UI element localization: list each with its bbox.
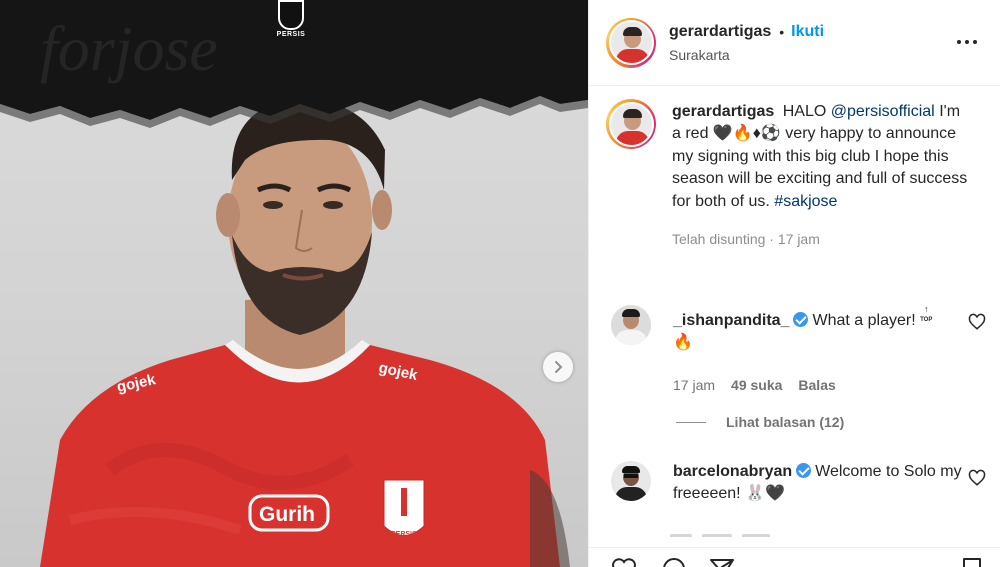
caption-lead: HALO — [782, 103, 827, 120]
like-comment-heart-icon[interactable] — [968, 469, 986, 487]
post-photo[interactable]: gojek gojek Gurih PERSIS forjose PERSIS — [0, 0, 588, 567]
edited-label: Telah disunting — [672, 231, 766, 248]
caption-meta: Telah disunting · 17 jam — [672, 228, 972, 250]
like-comment-heart-icon[interactable] — [968, 313, 986, 331]
comment-meta: 17 jam 49 suka Balas — [673, 374, 963, 396]
caption-time[interactable]: 17 jam — [778, 231, 820, 247]
save-bookmark-icon[interactable] — [961, 557, 983, 567]
header-separator: • — [779, 23, 785, 40]
follow-button[interactable]: Ikuti — [791, 23, 824, 41]
top-arrow-icon: ↑ TOP — [920, 304, 933, 324]
next-image-button[interactable] — [543, 352, 573, 382]
reply-button[interactable]: Balas — [798, 374, 835, 396]
comment-bubble-icon[interactable] — [661, 557, 687, 567]
post-header: gerardartigas • Ikuti Surakarta — [589, 0, 1000, 86]
more-options-icon[interactable] — [955, 30, 979, 54]
commenter-username[interactable]: _ishanpandita_ — [673, 312, 789, 329]
commenter-avatar[interactable] — [611, 461, 651, 501]
comment-time[interactable]: 17 jam — [673, 374, 715, 396]
post-side-panel: gerardartigas • Ikuti Surakarta gerardar… — [588, 0, 1000, 567]
share-paper-plane-icon[interactable] — [709, 557, 735, 567]
caption-hashtag-link[interactable]: #sakjose — [774, 193, 837, 210]
view-replies-button[interactable]: Lihat balasan (12) — [676, 414, 844, 430]
view-replies-label: Lihat balasan (12) — [726, 414, 845, 430]
instagram-post: gojek gojek Gurih PERSIS forjose PERSIS … — [0, 0, 1000, 567]
post-action-bar — [589, 547, 1000, 567]
author-username[interactable]: gerardartigas — [669, 23, 771, 41]
location-link[interactable]: Surakarta — [669, 47, 824, 63]
svg-text:forjose: forjose — [40, 13, 218, 84]
verified-badge-icon — [793, 312, 809, 327]
caption-mention-link[interactable]: @persisofficial — [831, 103, 935, 120]
comment-meta-cutoff — [670, 527, 820, 537]
comment-emoji: 🔥 — [673, 334, 693, 351]
club-crest: PERSIS — [276, 0, 306, 44]
commenter-avatar[interactable] — [611, 305, 651, 345]
like-heart-icon[interactable] — [611, 557, 637, 567]
svg-text:PERSIS: PERSIS — [391, 531, 417, 538]
replies-divider — [676, 421, 706, 423]
caption-username[interactable]: gerardartigas — [672, 103, 774, 120]
comment-item: _ishanpandita_ What a player! ↑ TOP 🔥 17 j… — [611, 305, 986, 396]
comment-text: What a player! — [812, 312, 916, 329]
commenter-username[interactable]: barcelonabryan — [673, 463, 792, 480]
comment-likes[interactable]: 49 suka — [731, 374, 782, 396]
chevron-right-icon — [555, 361, 563, 373]
caption-avatar[interactable] — [606, 99, 656, 149]
author-avatar[interactable] — [606, 17, 656, 68]
comment-item: barcelonabryan Welcome to Solo my freeeee… — [611, 461, 986, 505]
svg-text:Gurih: Gurih — [259, 503, 315, 526]
meta-separator: · — [769, 231, 774, 248]
verified-badge-icon — [796, 463, 812, 478]
post-caption: gerardartigas HALO @persisofficial I'm a… — [606, 99, 986, 250]
